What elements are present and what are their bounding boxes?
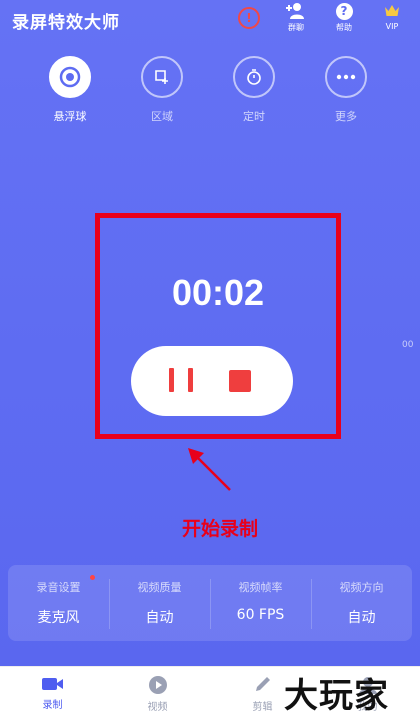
timer-alert-text: ! xyxy=(246,11,252,25)
nav-record[interactable]: 录制 xyxy=(0,667,105,720)
stopwatch-icon xyxy=(233,56,275,98)
floating-ball-icon xyxy=(49,56,91,98)
pause-button[interactable] xyxy=(169,368,193,394)
pause-bar-right xyxy=(188,368,193,392)
region-icon xyxy=(141,56,183,98)
video-camera-icon xyxy=(41,678,63,690)
group-chat-button[interactable]: 群聊 xyxy=(276,2,316,33)
group-chat-label: 群聊 xyxy=(288,23,304,32)
notification-dot xyxy=(90,575,95,580)
tool-floating-ball[interactable]: 悬浮球 xyxy=(35,56,105,124)
tool-floating-ball-label: 悬浮球 xyxy=(53,110,87,123)
side-timer-fragment: 00 xyxy=(402,340,414,350)
app-title: 录屏特效大师 xyxy=(12,13,120,33)
tool-region[interactable]: 区域 xyxy=(127,56,197,124)
settings-panel: 录音设置 麦克风 视频质量 自动 视频帧率 60 FPS 视频方向 自动 xyxy=(8,565,412,641)
pencil-icon xyxy=(255,677,270,691)
annotation-label: 开始录制 xyxy=(181,518,258,540)
setting-quality-label: 视频质量 xyxy=(137,581,182,594)
nav-video[interactable]: 视频 xyxy=(105,667,210,720)
recording-timer: 00:02 xyxy=(171,272,265,313)
app-screen: 录屏特效大师 ! 群聊 ? 帮助 VIP 悬浮球 区域 定时 更多 00:02 … xyxy=(0,0,420,666)
setting-orientation-value: 自动 xyxy=(347,610,376,626)
setting-audio-label: 录音设置 xyxy=(36,581,81,594)
recording-controls xyxy=(131,346,293,416)
more-dots-icon xyxy=(325,56,367,98)
vip-crown-icon xyxy=(383,2,401,20)
tool-row: 悬浮球 区域 定时 更多 xyxy=(0,56,420,126)
tool-timer-label: 定时 xyxy=(243,110,265,123)
help-button[interactable]: ? 帮助 xyxy=(324,2,364,33)
help-icon: ? xyxy=(335,2,353,20)
pause-bar-left xyxy=(169,368,174,392)
setting-quality[interactable]: 视频质量 自动 xyxy=(109,565,210,641)
timer-alert-icon[interactable]: ! xyxy=(238,7,260,29)
vip-label: VIP xyxy=(385,22,399,31)
stop-button[interactable] xyxy=(229,370,251,392)
tool-timer[interactable]: 定时 xyxy=(219,56,289,124)
nav-video-label: 视频 xyxy=(147,702,168,713)
header-actions: 群聊 ? 帮助 VIP xyxy=(276,2,412,33)
nav-record-label: 录制 xyxy=(42,700,63,711)
arrow-icon xyxy=(188,448,231,491)
setting-framerate[interactable]: 视频帧率 60 FPS xyxy=(210,565,311,641)
setting-audio[interactable]: 录音设置 麦克风 xyxy=(8,565,109,641)
tool-more[interactable]: 更多 xyxy=(311,56,381,124)
setting-orientation-label: 视频方向 xyxy=(339,581,384,594)
setting-audio-value: 麦克风 xyxy=(37,610,80,626)
setting-orientation[interactable]: 视频方向 自动 xyxy=(311,565,412,641)
setting-quality-value: 自动 xyxy=(145,610,174,626)
highlight-box: 00:02 xyxy=(95,213,341,439)
vip-button[interactable]: VIP xyxy=(372,2,412,33)
tool-region-label: 区域 xyxy=(151,110,173,123)
group-chat-icon xyxy=(285,2,307,20)
help-label: 帮助 xyxy=(336,23,352,32)
play-circle-icon xyxy=(148,676,167,694)
setting-framerate-label: 视频帧率 xyxy=(238,581,283,594)
watermark: 大玩家 xyxy=(284,676,389,716)
tool-more-label: 更多 xyxy=(335,110,357,123)
setting-framerate-value: 60 FPS xyxy=(236,607,285,623)
nav-edit-label: 剪辑 xyxy=(252,702,273,713)
